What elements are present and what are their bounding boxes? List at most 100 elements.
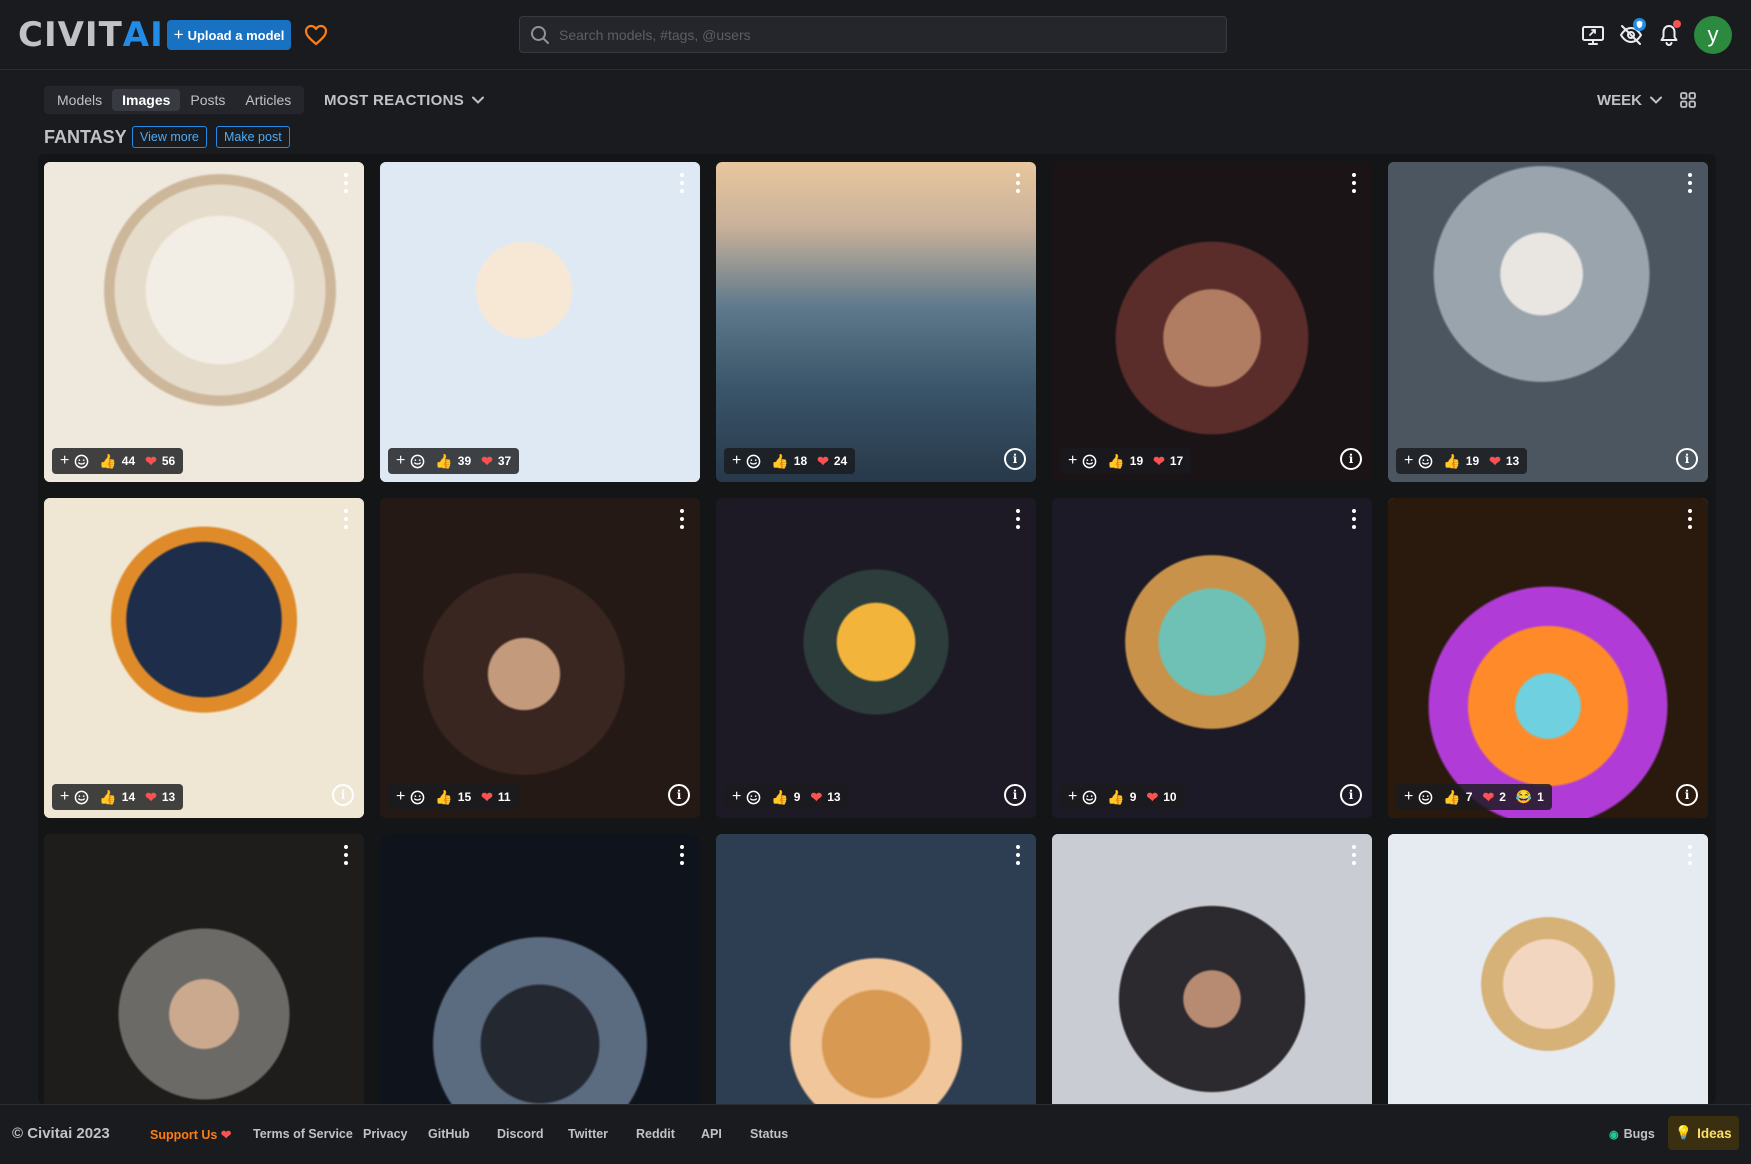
like-reaction[interactable]: 👍 7 xyxy=(1443,789,1472,806)
more-options-icon[interactable] xyxy=(1014,845,1022,865)
add-reaction-button[interactable]: + xyxy=(396,788,425,806)
tab-models[interactable]: Models xyxy=(47,89,112,111)
like-reaction[interactable]: 👍 19 xyxy=(1443,453,1479,470)
more-options-icon[interactable] xyxy=(342,173,350,193)
add-reaction-button[interactable]: + xyxy=(732,788,761,806)
user-avatar[interactable]: y xyxy=(1694,16,1732,54)
heart-reaction[interactable]: ❤ 56 xyxy=(145,453,175,470)
more-options-icon[interactable] xyxy=(1350,845,1358,865)
add-reaction-button[interactable]: + xyxy=(732,452,761,470)
add-reaction-button[interactable]: + xyxy=(1068,788,1097,806)
image-card[interactable]: + 👍 15 ❤ 11 i xyxy=(380,498,700,818)
upload-model-button[interactable]: + Upload a model xyxy=(167,20,291,50)
laugh-reaction[interactable]: 😂 1 xyxy=(1516,789,1544,805)
more-options-icon[interactable] xyxy=(1686,173,1694,193)
more-options-icon[interactable] xyxy=(342,509,350,529)
like-reaction[interactable]: 👍 44 xyxy=(99,453,135,470)
status-link[interactable]: Status xyxy=(750,1127,788,1141)
image-card[interactable]: + 👍 44 ❤ 56 xyxy=(44,162,364,482)
info-icon[interactable]: i xyxy=(668,784,690,806)
civitai-logo[interactable]: CIVIT AI xyxy=(18,15,164,55)
privacy-link[interactable]: Privacy xyxy=(363,1127,407,1141)
heart-reaction[interactable]: ❤ 2 xyxy=(1482,789,1505,806)
more-options-icon[interactable] xyxy=(1350,173,1358,193)
image-card[interactable]: + 👍 19 ❤ 17 i xyxy=(1052,162,1372,482)
hidden-content-button[interactable] xyxy=(1616,18,1646,50)
like-reaction[interactable]: 👍 15 xyxy=(435,789,471,806)
more-options-icon[interactable] xyxy=(678,845,686,865)
info-icon[interactable]: i xyxy=(1676,784,1698,806)
bugs-link[interactable]: ◉ Bugs xyxy=(1609,1127,1655,1141)
api-link[interactable]: API xyxy=(701,1127,722,1141)
heart-reaction[interactable]: ❤ 24 xyxy=(817,453,847,470)
image-card[interactable]: + 👍 39 ❤ 37 xyxy=(380,162,700,482)
image-card[interactable] xyxy=(380,834,700,1104)
like-reaction[interactable]: 👍 19 xyxy=(1107,453,1143,470)
image-card[interactable]: + 👍 7 ❤ 2 😂 1 i xyxy=(1388,498,1708,818)
like-reaction[interactable]: 👍 9 xyxy=(771,789,800,806)
more-options-icon[interactable] xyxy=(1686,509,1694,529)
discord-link[interactable]: Discord xyxy=(497,1127,544,1141)
heart-reaction[interactable]: ❤ 37 xyxy=(481,453,511,470)
tab-articles[interactable]: Articles xyxy=(235,89,301,111)
add-reaction-button[interactable]: + xyxy=(60,452,89,470)
image-card[interactable]: + 👍 18 ❤ 24 i xyxy=(716,162,1036,482)
more-options-icon[interactable] xyxy=(678,509,686,529)
add-reaction-button[interactable]: + xyxy=(396,452,425,470)
heart-reaction[interactable]: ❤ 11 xyxy=(481,789,510,806)
ideas-button[interactable]: 💡 Ideas xyxy=(1668,1116,1739,1150)
more-options-icon[interactable] xyxy=(1350,509,1358,529)
sort-dropdown[interactable]: MOST REACTIONS xyxy=(324,90,485,110)
like-reaction[interactable]: 👍 14 xyxy=(99,789,135,806)
like-count: 7 xyxy=(1465,790,1473,804)
monitor-button[interactable] xyxy=(1578,20,1608,50)
github-link[interactable]: GitHub xyxy=(428,1127,470,1141)
info-icon[interactable]: i xyxy=(1676,448,1698,470)
heart-reaction[interactable]: ❤ 17 xyxy=(1153,453,1183,470)
image-card[interactable] xyxy=(44,834,364,1104)
image-card[interactable]: + 👍 14 ❤ 13 i xyxy=(44,498,364,818)
support-heart-button[interactable] xyxy=(302,21,330,49)
image-card[interactable]: + 👍 19 ❤ 13 i xyxy=(1388,162,1708,482)
info-icon[interactable]: i xyxy=(1340,784,1362,806)
image-card[interactable] xyxy=(1388,834,1708,1104)
make-post-button[interactable]: Make post xyxy=(216,126,290,148)
tab-images[interactable]: Images xyxy=(112,89,181,111)
notifications-button[interactable] xyxy=(1654,20,1684,50)
more-options-icon[interactable] xyxy=(1014,173,1022,193)
support-us-link[interactable]: Support Us ❤ xyxy=(150,1127,231,1142)
like-reaction[interactable]: 👍 9 xyxy=(1107,789,1136,806)
info-icon[interactable]: i xyxy=(332,784,354,806)
add-reaction-button[interactable]: + xyxy=(1068,452,1097,470)
heart-reaction[interactable]: ❤ 13 xyxy=(810,789,840,806)
layout-toggle-button[interactable] xyxy=(1678,89,1698,111)
heart-reaction[interactable]: ❤ 13 xyxy=(1489,453,1519,470)
search-bar[interactable] xyxy=(519,16,1227,53)
heart-reaction[interactable]: ❤ 10 xyxy=(1146,789,1176,806)
image-card[interactable]: + 👍 9 ❤ 13 i xyxy=(716,498,1036,818)
heart-reaction[interactable]: ❤ 13 xyxy=(145,789,175,806)
more-options-icon[interactable] xyxy=(1686,845,1694,865)
add-reaction-button[interactable]: + xyxy=(1404,788,1433,806)
add-reaction-button[interactable]: + xyxy=(1404,452,1433,470)
tab-posts[interactable]: Posts xyxy=(180,89,235,111)
reddit-link[interactable]: Reddit xyxy=(636,1127,675,1141)
image-card[interactable] xyxy=(716,834,1036,1104)
more-options-icon[interactable] xyxy=(1014,509,1022,529)
more-options-icon[interactable] xyxy=(342,845,350,865)
twitter-link[interactable]: Twitter xyxy=(568,1127,608,1141)
like-reaction[interactable]: 👍 39 xyxy=(435,453,471,470)
more-options-icon[interactable] xyxy=(678,173,686,193)
terms-link[interactable]: Terms of Service xyxy=(253,1127,353,1141)
view-more-button[interactable]: View more xyxy=(132,126,207,148)
add-reaction-button[interactable]: + xyxy=(60,788,89,806)
image-card[interactable]: + 👍 9 ❤ 10 i xyxy=(1052,498,1372,818)
smile-icon xyxy=(747,790,761,804)
image-card[interactable] xyxy=(1052,834,1372,1104)
search-input[interactable] xyxy=(559,26,1199,43)
info-icon[interactable]: i xyxy=(1004,448,1026,470)
period-dropdown[interactable]: WEEK xyxy=(1597,90,1662,110)
info-icon[interactable]: i xyxy=(1340,448,1362,470)
info-icon[interactable]: i xyxy=(1004,784,1026,806)
like-reaction[interactable]: 👍 18 xyxy=(771,453,807,470)
